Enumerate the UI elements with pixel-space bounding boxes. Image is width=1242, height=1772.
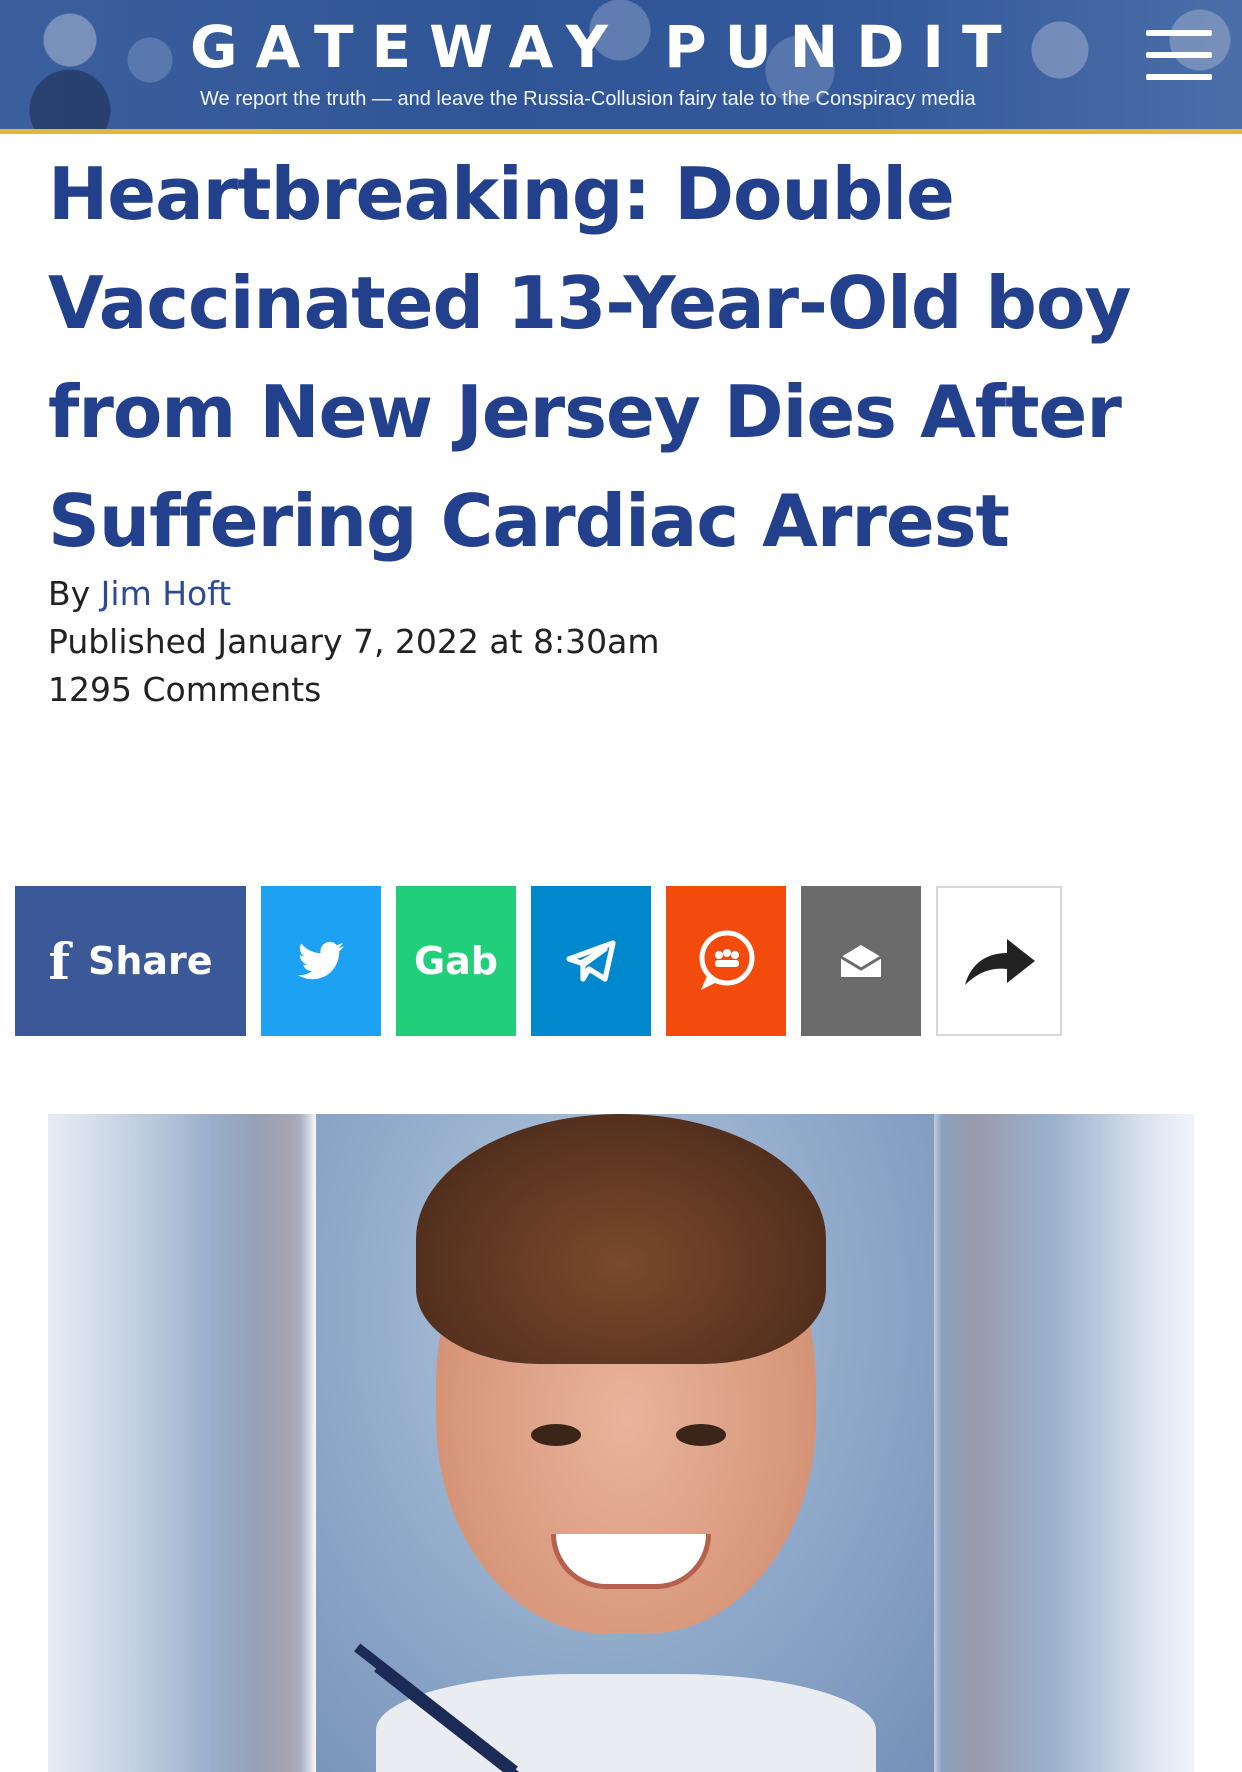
image-blur-right	[934, 1114, 1194, 1772]
gab-share-button[interactable]: Gab	[396, 886, 516, 1036]
image-blur-left	[48, 1114, 316, 1772]
portrait-photo	[316, 1114, 934, 1772]
hamburger-menu-icon[interactable]	[1146, 30, 1212, 88]
comments-count-link[interactable]: 1295 Comments	[48, 670, 321, 709]
twitter-share-button[interactable]	[261, 886, 381, 1036]
author-link[interactable]: Jim Hoft	[101, 574, 232, 613]
facebook-share-button[interactable]: f Share	[15, 886, 246, 1036]
header-accent-bar	[0, 129, 1242, 134]
article-title: Heartbreaking: Double Vaccinated 13-Year…	[48, 152, 1131, 563]
telegram-share-button[interactable]	[531, 886, 651, 1036]
share-arrow-icon	[965, 939, 1035, 985]
email-icon	[840, 945, 882, 977]
site-logo[interactable]: GATEWAY PUNDIT	[190, 14, 1020, 80]
facebook-icon: f	[48, 931, 70, 991]
mewe-share-button[interactable]	[666, 886, 786, 1036]
article-byline: By Jim Hoft	[48, 574, 231, 613]
mewe-icon	[699, 930, 755, 990]
byline-prefix: By	[48, 574, 91, 613]
site-header: GATEWAY PUNDIT We report the truth — and…	[0, 0, 1242, 134]
site-tagline: We report the truth — and leave the Russ…	[200, 88, 976, 110]
email-share-button[interactable]	[801, 886, 921, 1036]
more-share-button[interactable]	[936, 886, 1062, 1036]
twitter-icon	[298, 941, 344, 980]
article-featured-image	[48, 1114, 1194, 1772]
gab-share-label: Gab	[413, 939, 499, 983]
telegram-icon	[566, 940, 616, 982]
publish-date: Published January 7, 2022 at 8:30am	[48, 622, 660, 661]
facebook-share-label: Share	[87, 939, 213, 983]
